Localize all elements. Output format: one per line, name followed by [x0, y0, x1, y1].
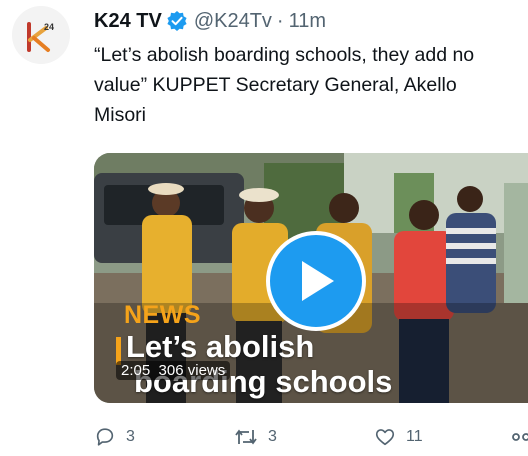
play-button[interactable]	[266, 231, 366, 331]
tweet-text: “Let’s abolish boarding schools, they ad…	[94, 44, 475, 126]
timestamp[interactable]: 11m	[289, 10, 326, 33]
share-icon	[512, 433, 528, 441]
svg-text:24: 24	[44, 22, 54, 32]
separator-dot: ·	[276, 9, 284, 32]
avatar[interactable]: 24	[12, 6, 70, 64]
verified-badge-icon	[167, 11, 187, 31]
tweet-header: K24 TV @K24Tv · 11m	[94, 8, 326, 34]
video-media[interactable]: NEWS Let’s abolish boarding schools 2:05…	[94, 153, 528, 403]
headline-line-1: Let’s abolish	[126, 329, 315, 364]
reply-count: 3	[126, 428, 135, 445]
like-count: 11	[406, 428, 423, 445]
video-stats: 2:05 306 views	[116, 361, 231, 380]
tweet-actions: 3 3 11	[94, 426, 528, 456]
share-button[interactable]	[512, 426, 528, 448]
k24-logo: 24	[12, 6, 70, 64]
retweet-button[interactable]: 3	[234, 426, 277, 448]
handle[interactable]: @K24Tv	[194, 10, 272, 33]
like-button[interactable]: 11	[374, 426, 423, 448]
reply-button[interactable]: 3	[94, 426, 135, 448]
news-label: NEWS	[124, 301, 201, 329]
video-views: 306 views	[158, 362, 226, 379]
reply-icon	[96, 428, 114, 446]
retweet-count: 3	[268, 428, 277, 445]
retweet-icon	[235, 429, 257, 445]
play-icon	[302, 261, 334, 301]
display-name[interactable]: K24 TV	[94, 10, 162, 33]
video-duration: 2:05	[121, 362, 151, 379]
like-icon	[375, 429, 395, 446]
